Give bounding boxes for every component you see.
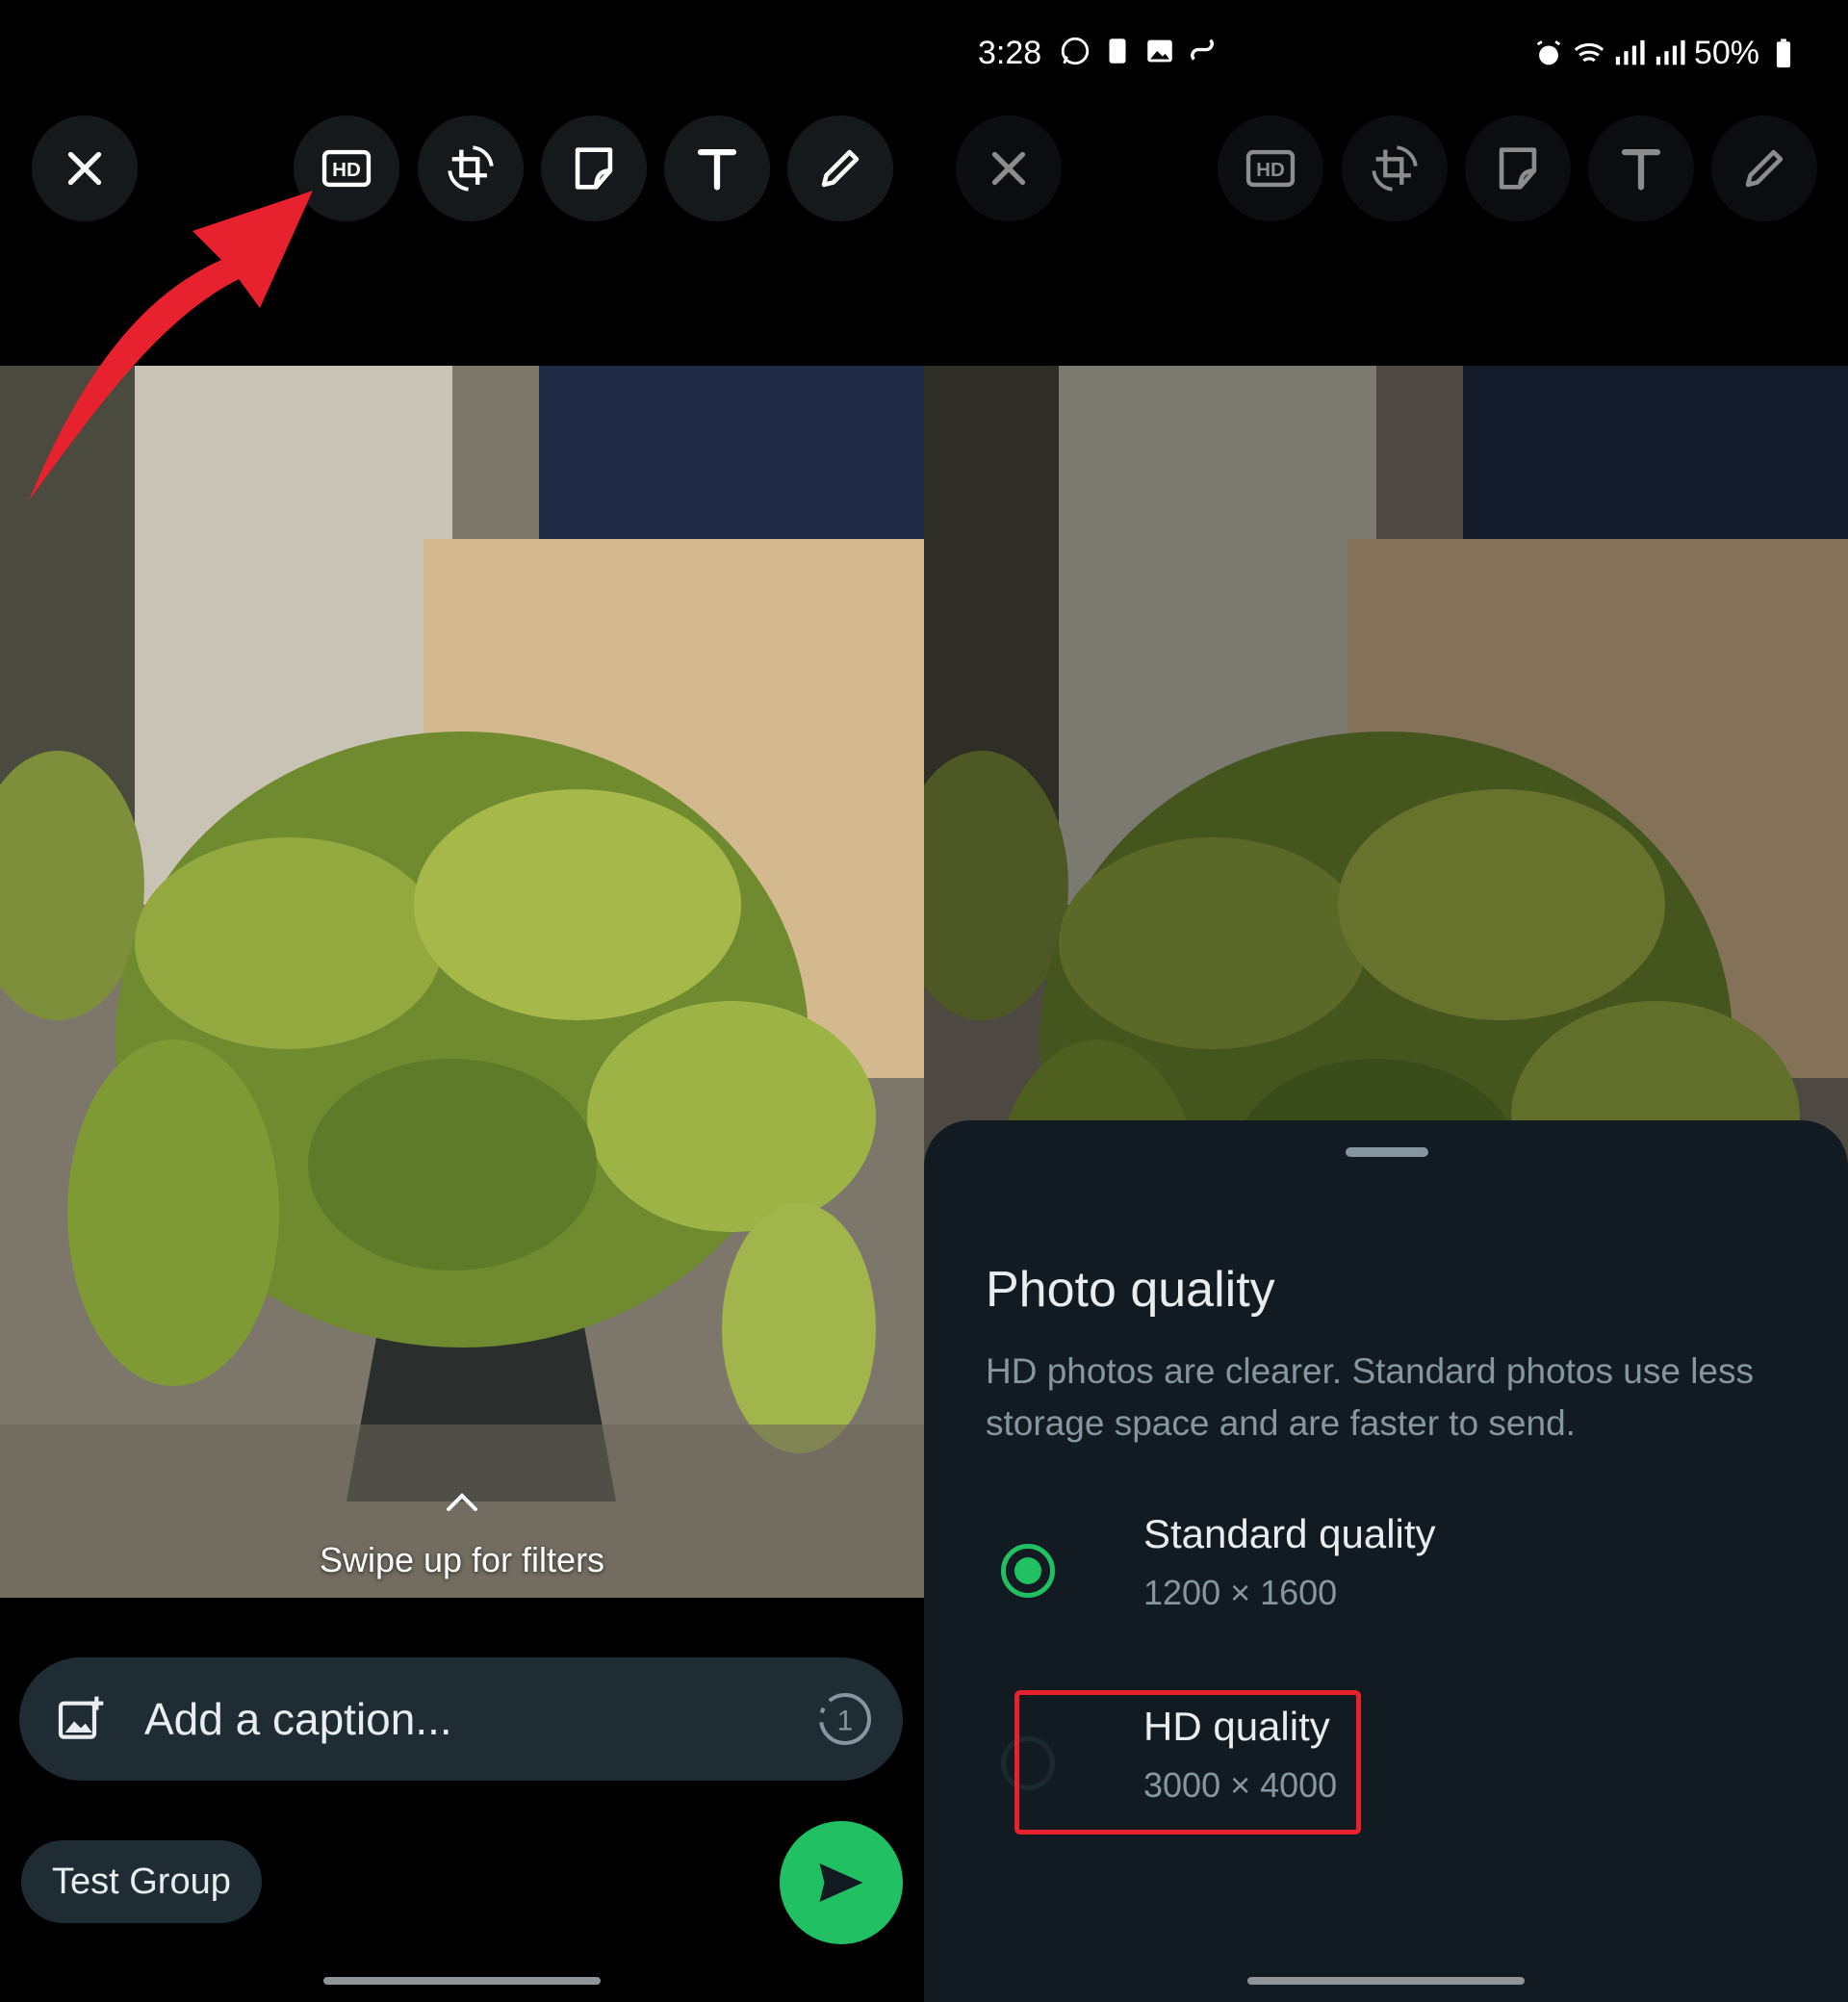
sticker-button[interactable] xyxy=(541,116,647,221)
status-time: 3:28 xyxy=(978,35,1042,71)
caption-bar: 1 xyxy=(19,1657,903,1781)
red-highlight-box-annotation xyxy=(1014,1690,1361,1835)
draw-button[interactable] xyxy=(1711,116,1817,221)
status-bar: 3:28 50% xyxy=(924,29,1848,79)
send-button[interactable] xyxy=(780,1821,903,1944)
view-once-label: 1 xyxy=(837,1705,854,1736)
crop-rotate-button[interactable] xyxy=(1342,116,1448,221)
caption-input[interactable] xyxy=(144,1686,760,1752)
sticker-icon xyxy=(1499,147,1537,190)
standard-quality-option[interactable]: Standard quality 1200 × 1600 xyxy=(986,1511,1775,1636)
photo-quality-sheet: Photo quality HD photos are clearer. Sta… xyxy=(924,1120,1848,2002)
crop-rotate-icon xyxy=(448,145,494,192)
alarm-icon xyxy=(1536,39,1561,64)
close-icon xyxy=(67,151,102,186)
radio-selected[interactable] xyxy=(1001,1544,1055,1598)
battery-percentage: 50% xyxy=(1693,35,1759,71)
text-icon xyxy=(697,148,737,191)
image-icon xyxy=(1147,39,1172,63)
whatsapp-icon xyxy=(1061,37,1090,65)
close-button[interactable] xyxy=(956,116,1062,221)
editor-screen-right: 3:28 50% HD Photo quality HD photos are … xyxy=(924,0,1848,2002)
signal-volte-1-icon xyxy=(1615,39,1645,64)
sticker-icon xyxy=(575,147,613,190)
radio-dot xyxy=(1014,1557,1041,1584)
recipient-chip[interactable]: Test Group xyxy=(21,1840,262,1923)
text-icon xyxy=(1621,148,1661,191)
option-label: Standard quality xyxy=(1143,1511,1436,1556)
sticker-button[interactable] xyxy=(1465,116,1571,221)
wifi-icon xyxy=(1574,42,1604,62)
hd-quality-button[interactable]: HD xyxy=(294,116,399,221)
view-once-icon[interactable]: 1 xyxy=(816,1690,874,1748)
text-button[interactable] xyxy=(1588,116,1694,221)
pencil-icon xyxy=(821,149,860,188)
close-icon xyxy=(991,151,1026,186)
sheet-title: Photo quality xyxy=(986,1262,1275,1318)
phone-icon xyxy=(1109,38,1126,64)
editor-toolbar: HD xyxy=(0,116,924,231)
home-indicator[interactable] xyxy=(323,1977,601,1985)
battery-icon xyxy=(1776,38,1791,67)
photo-preview[interactable] xyxy=(0,366,924,1598)
swipe-filters-hint: Swipe up for filters xyxy=(319,1540,605,1579)
crop-rotate-button[interactable] xyxy=(418,116,524,221)
hd-icon-label: HD xyxy=(332,159,361,181)
editor-toolbar-dimmed: HD xyxy=(924,116,1848,231)
pencil-icon xyxy=(1745,149,1784,188)
hd-quality-button[interactable]: HD xyxy=(1218,116,1323,221)
plant-photo xyxy=(0,366,924,1598)
hd-icon: HD xyxy=(321,149,372,188)
hd-icon-label: HD xyxy=(1256,159,1285,181)
editor-screen-left: HD Swipe up for filters Add a caption...… xyxy=(0,0,924,2002)
close-button[interactable] xyxy=(32,116,138,221)
link-icon xyxy=(1191,38,1214,61)
hd-icon: HD xyxy=(1245,149,1296,188)
status-icons-left xyxy=(1059,35,1219,67)
sheet-description: HD photos are clearer. Standard photos u… xyxy=(986,1351,1755,1443)
status-icons-right: 50% xyxy=(1532,35,1800,72)
chevron-up-icon xyxy=(447,1493,477,1511)
signal-volte-2-icon xyxy=(1656,39,1685,64)
gallery-add-icon[interactable] xyxy=(54,1692,108,1746)
draw-button[interactable] xyxy=(787,116,893,221)
sheet-drag-handle[interactable] xyxy=(1346,1147,1428,1157)
send-icon xyxy=(819,1863,863,1902)
option-dimensions: 1200 × 1600 xyxy=(1143,1573,1338,1612)
home-indicator[interactable] xyxy=(1247,1977,1525,1985)
crop-rotate-icon xyxy=(1372,145,1418,192)
text-button[interactable] xyxy=(664,116,770,221)
